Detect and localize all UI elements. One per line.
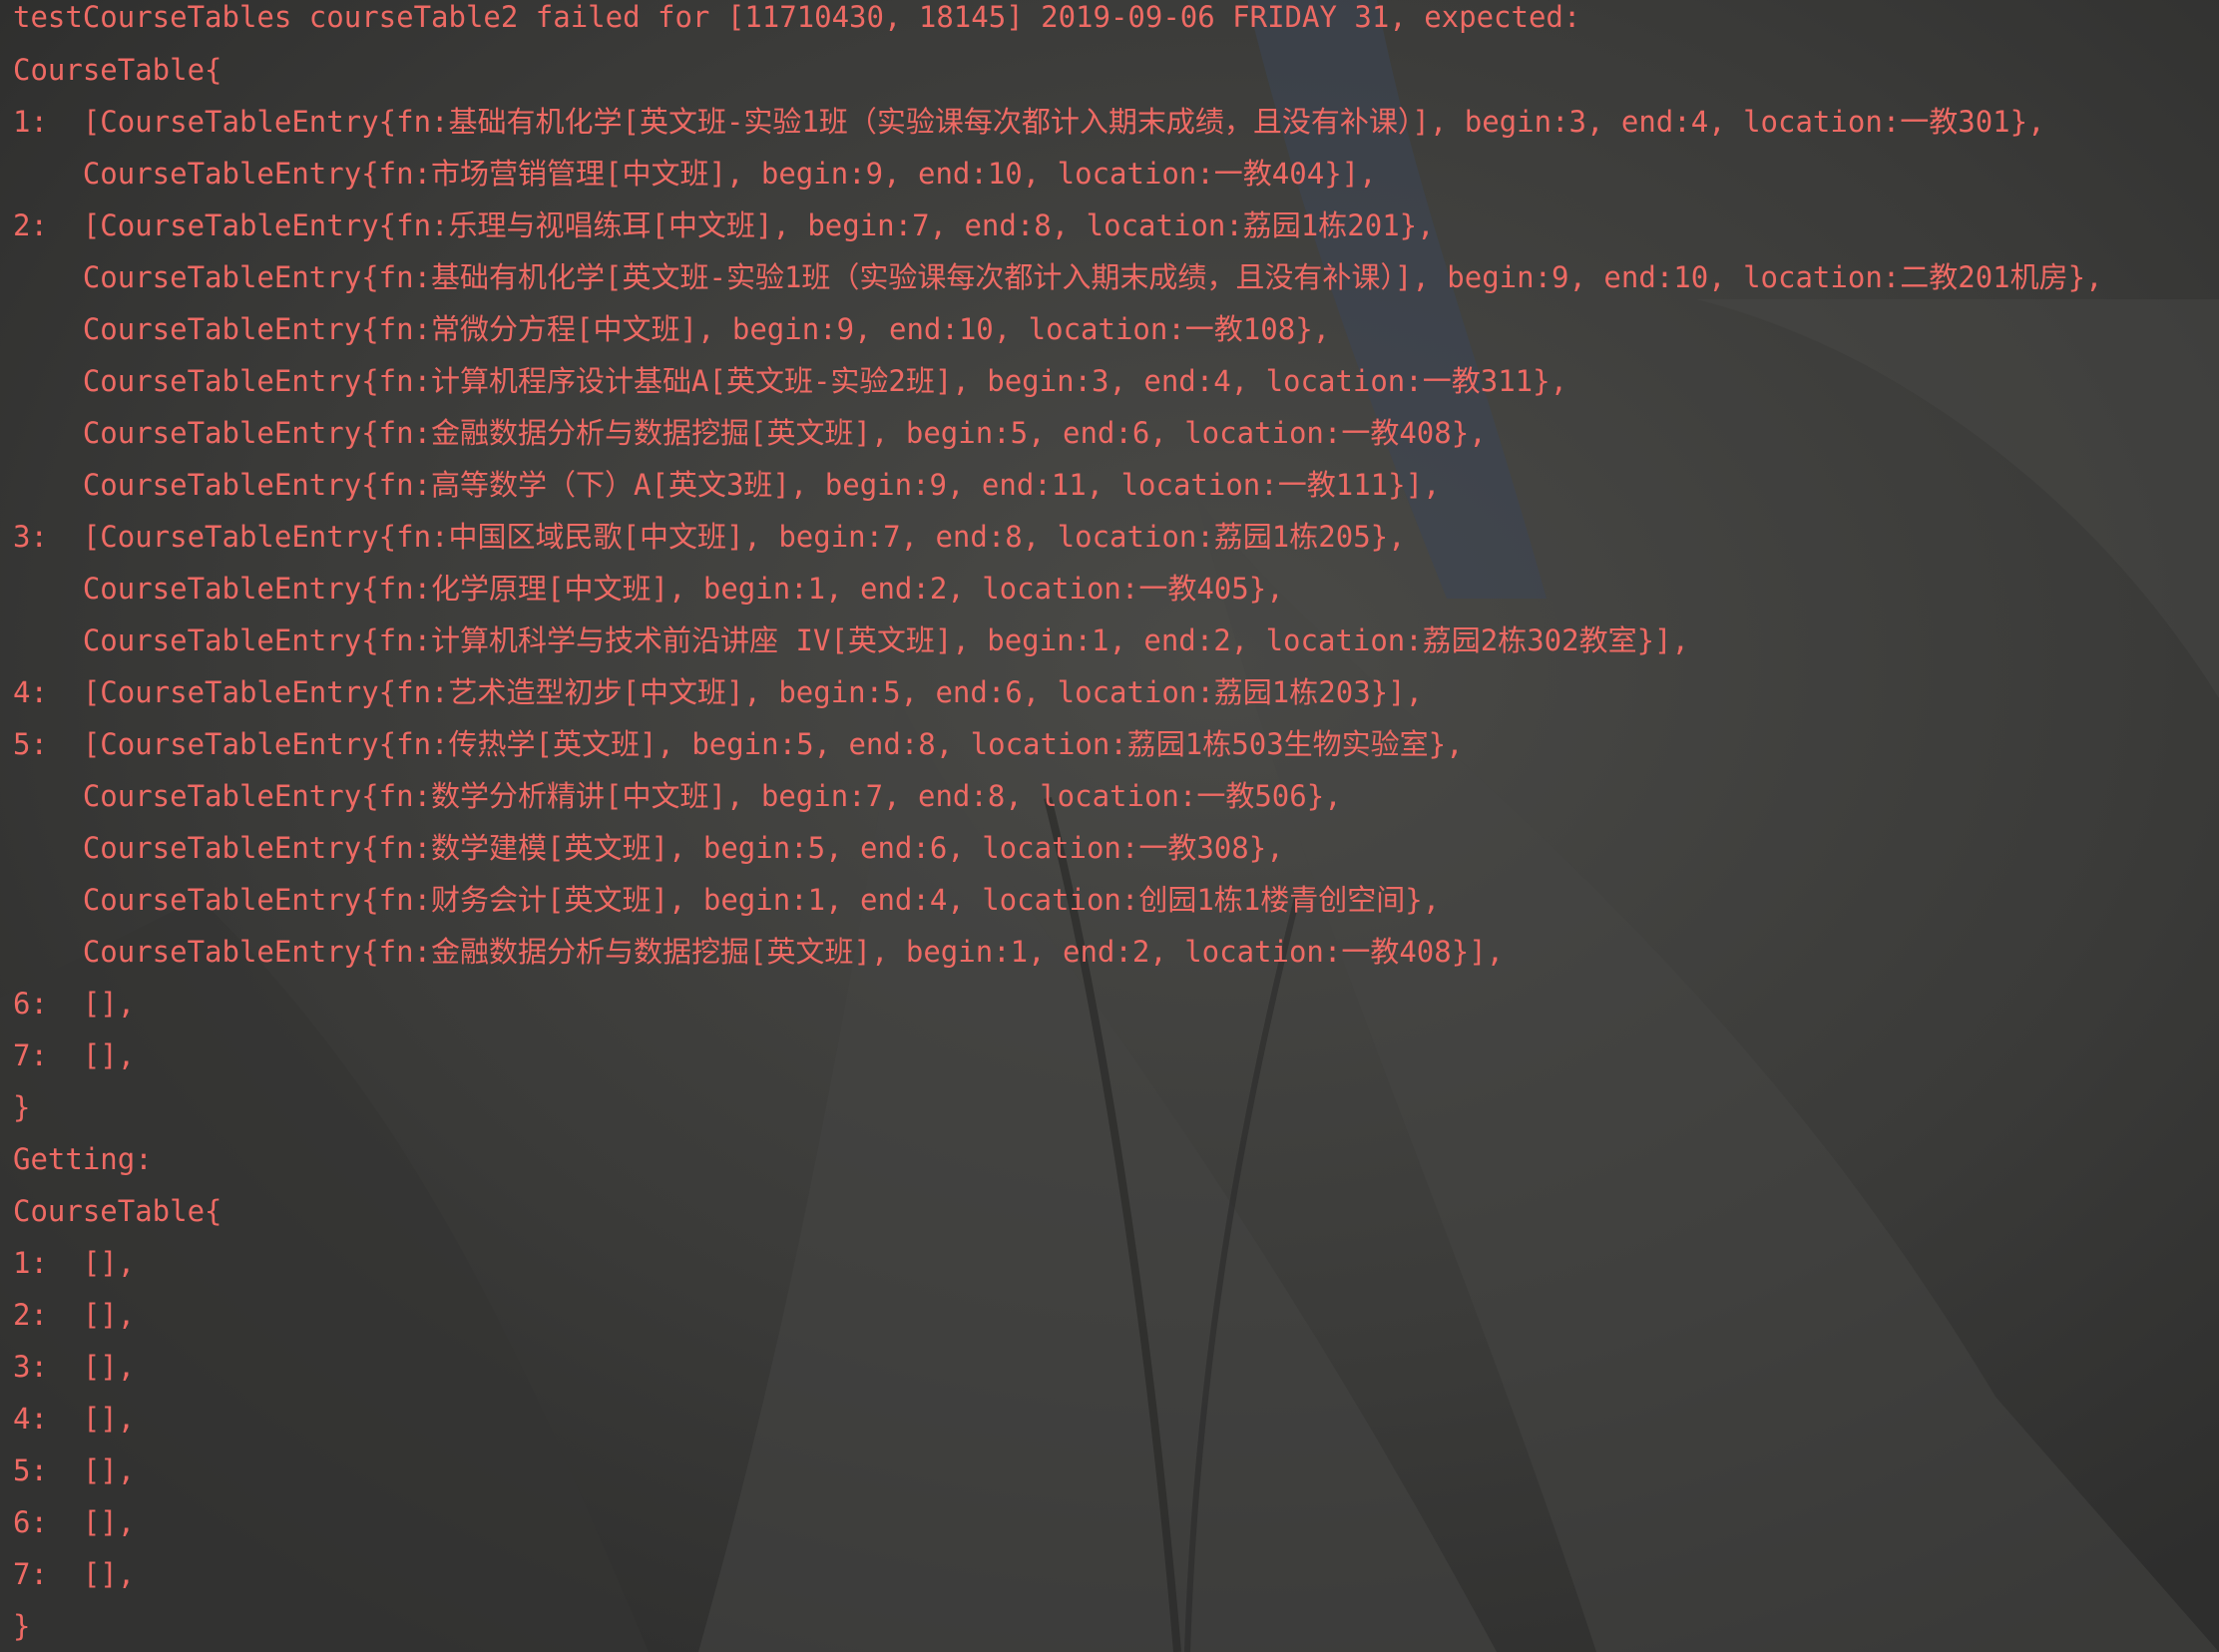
console-line: 2: [], (13, 1298, 136, 1332)
console-line: CourseTableEntry{fn:金融数据分析与数据挖掘[英文班], be… (13, 935, 1505, 969)
console-line: 1: [CourseTableEntry{fn:基础有机化学[英文班-实验1班（… (13, 105, 2045, 139)
console-line: } (13, 1609, 31, 1643)
console-line: testCourseTables courseTable2 failed for… (13, 0, 1581, 34)
console-line: CourseTableEntry{fn:数学分析精讲[中文班], begin:7… (13, 779, 1342, 813)
console-line: CourseTableEntry{fn:化学原理[中文班], begin:1, … (13, 572, 1284, 606)
console-line: 4: [CourseTableEntry{fn:艺术造型初步[中文班], beg… (13, 675, 1424, 709)
console-line: 5: [CourseTableEntry{fn:传热学[英文班], begin:… (13, 727, 1464, 761)
console-line: 6: [], (13, 987, 136, 1021)
console-line: CourseTableEntry{fn:市场营销管理[中文班], begin:9… (13, 157, 1377, 191)
console-line: CourseTable{ (13, 53, 222, 87)
console-line: CourseTableEntry{fn:计算机程序设计基础A[英文班-实验2班]… (13, 364, 1568, 398)
console-line: 1: [], (13, 1246, 136, 1280)
console-line: CourseTableEntry{fn:数学建模[英文班], begin:5, … (13, 831, 1284, 865)
console-line: CourseTableEntry{fn:高等数学（下）A[英文3班], begi… (13, 468, 1441, 502)
console-line: CourseTableEntry{fn:常微分方程[中文班], begin:9,… (13, 312, 1331, 346)
console-line: 3: [], (13, 1350, 136, 1384)
console-line: } (13, 1090, 31, 1124)
console-line: CourseTableEntry{fn:计算机科学与技术前沿讲座 IV[英文班]… (13, 623, 1689, 657)
console-line: Getting: (13, 1142, 153, 1176)
console-line: CourseTableEntry{fn:金融数据分析与数据挖掘[英文班], be… (13, 416, 1487, 450)
console-line: 7: [], (13, 1038, 136, 1072)
console-line: CourseTableEntry{fn:基础有机化学[英文班-实验1班（实验课每… (13, 260, 2103, 294)
console-line: 6: [], (13, 1505, 136, 1539)
console-line: CourseTable{ (13, 1194, 222, 1228)
console-line: 3: [CourseTableEntry{fn:中国区域民歌[中文班], beg… (13, 520, 1406, 554)
console-output: testCourseTables courseTable2 failed for… (13, 0, 2208, 1652)
console-line: 7: [], (13, 1557, 136, 1591)
console-line: 4: [], (13, 1402, 136, 1436)
console-line: 2: [CourseTableEntry{fn:乐理与视唱练耳[中文班], be… (13, 208, 1435, 242)
console-line: 5: [], (13, 1453, 136, 1487)
console-line: CourseTableEntry{fn:财务会计[英文班], begin:1, … (13, 883, 1441, 917)
